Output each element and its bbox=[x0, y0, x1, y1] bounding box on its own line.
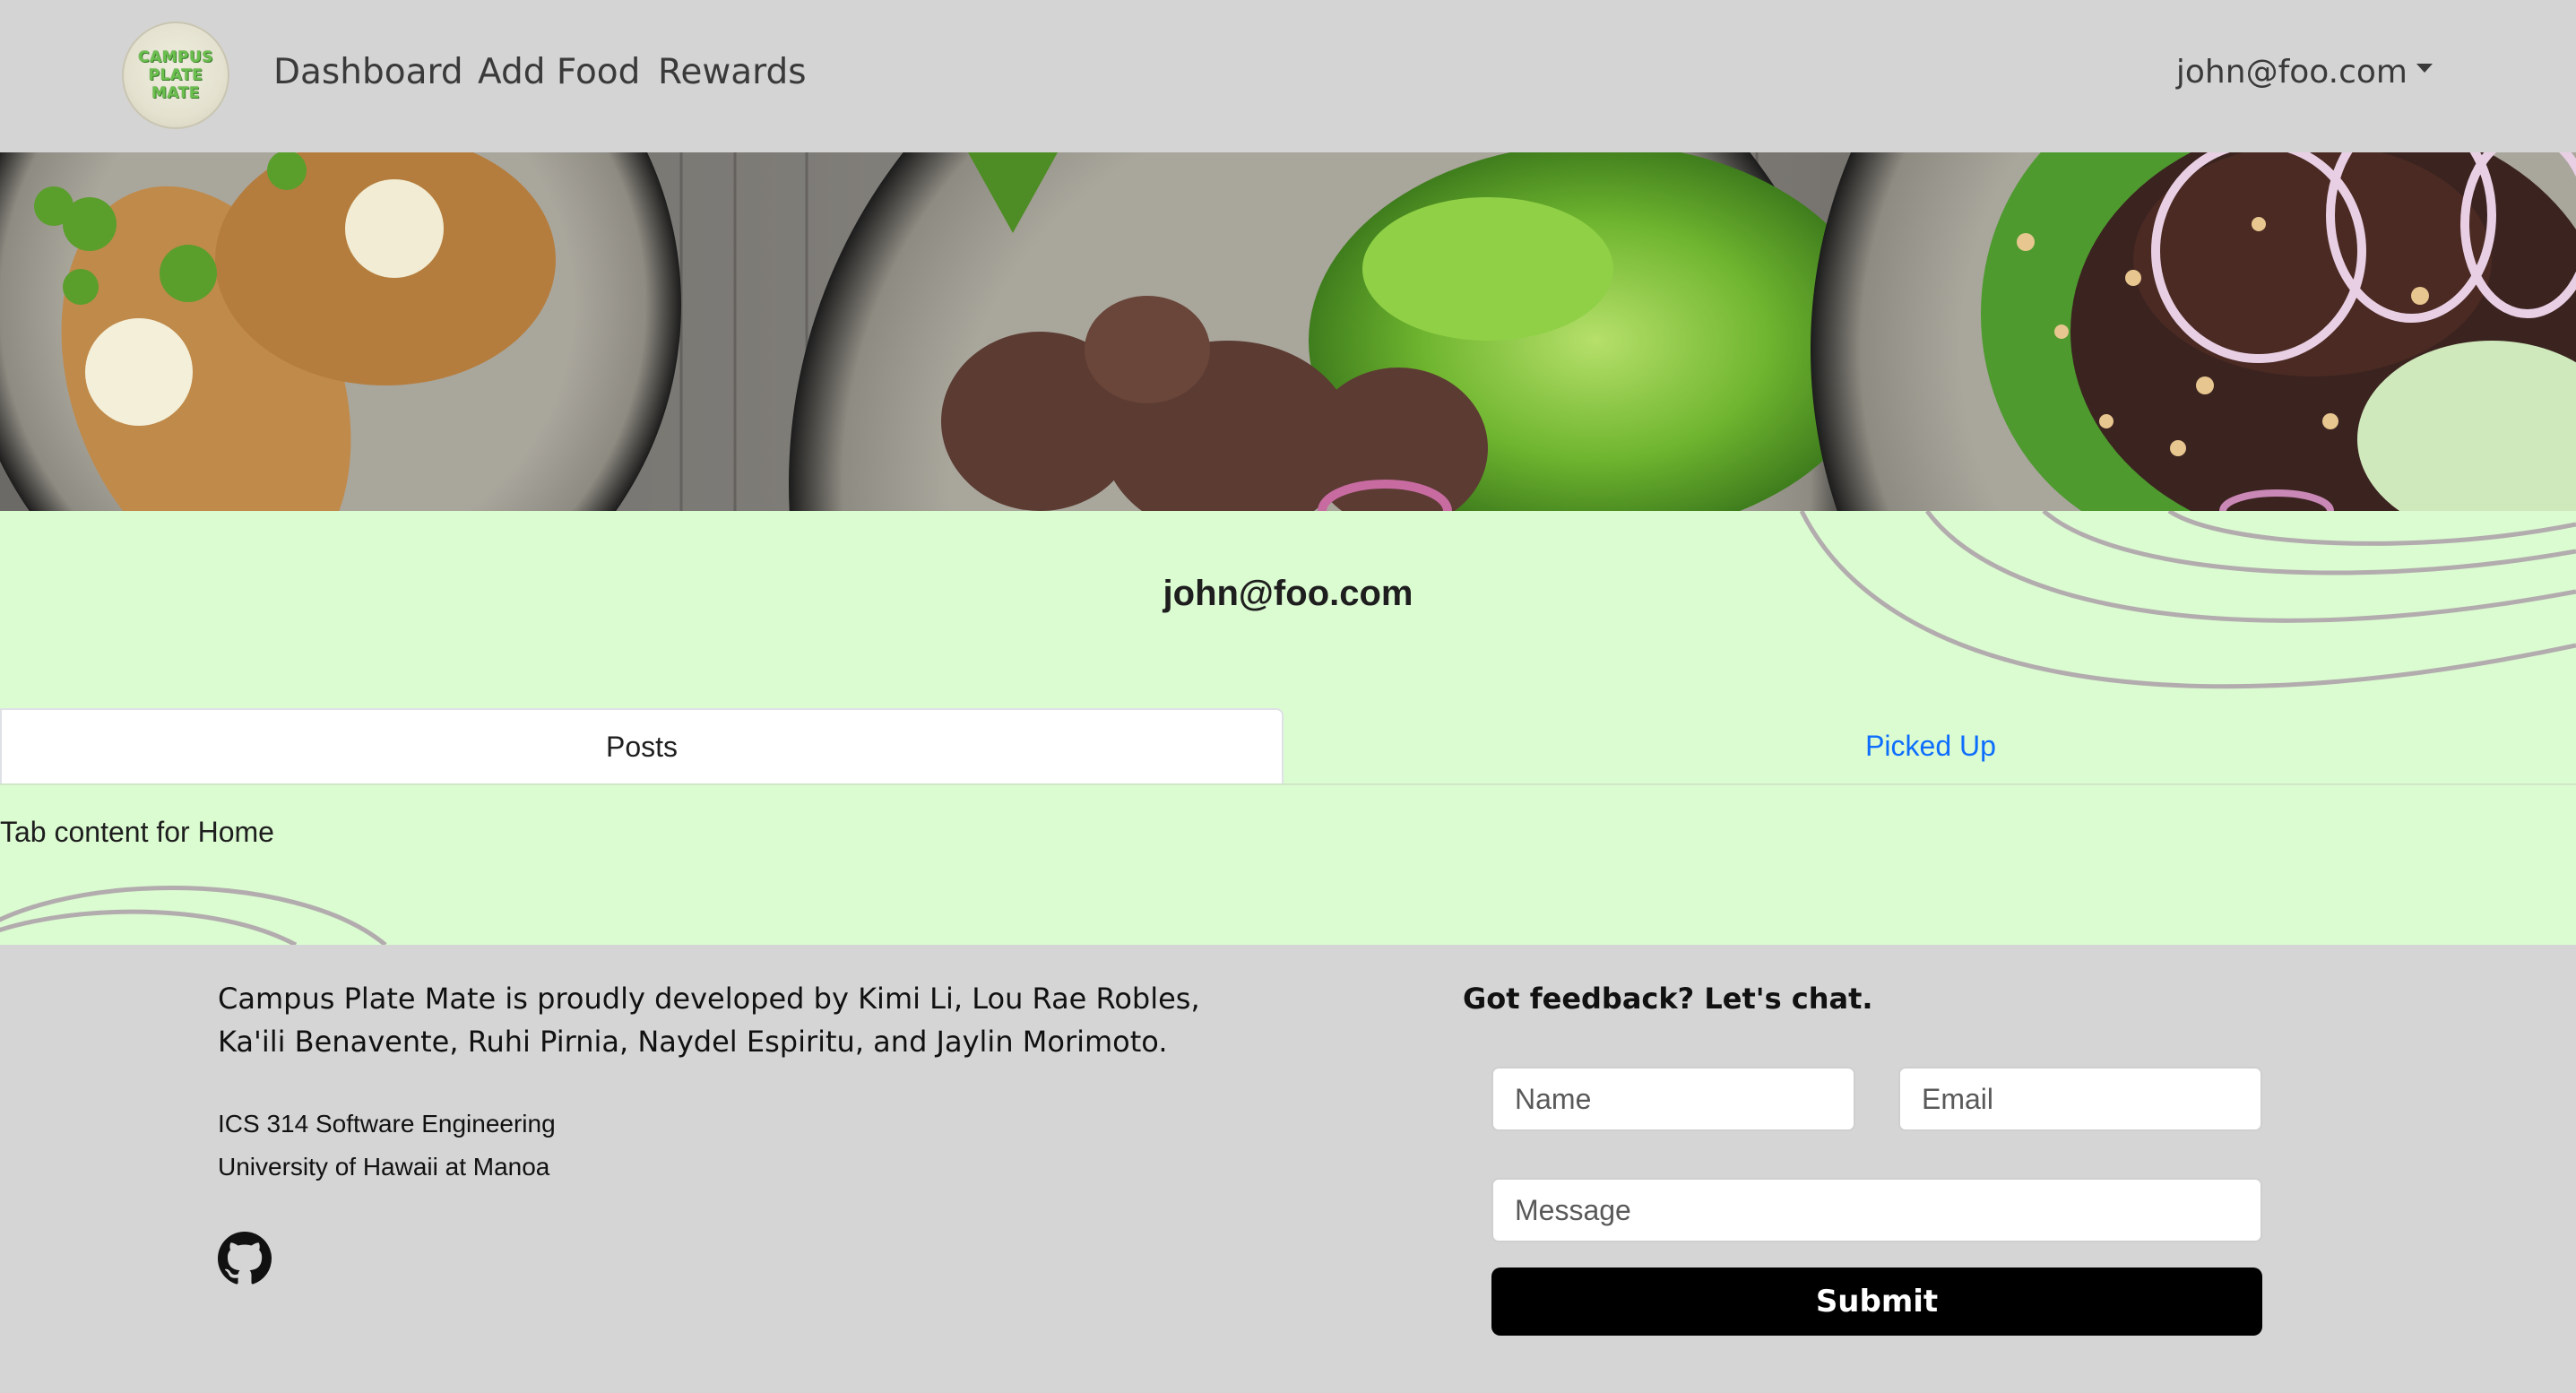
github-icon-graphic bbox=[218, 1232, 272, 1285]
university-name: University of Hawaii at Manoa bbox=[218, 1153, 550, 1181]
email-field[interactable] bbox=[1898, 1067, 2262, 1131]
tab-picked-up[interactable]: Picked Up bbox=[1285, 708, 2576, 783]
profile-section: john@foo.com Posts Picked Up Tab content… bbox=[0, 511, 2576, 945]
user-dropdown-label: john@foo.com bbox=[2175, 54, 2407, 91]
navbar: CAMPUS PLATE MATE Dashboard Add Food Rew… bbox=[0, 0, 2576, 152]
hero-food-banner bbox=[0, 152, 2576, 511]
nav-link-dashboard[interactable]: Dashboard bbox=[273, 52, 463, 92]
course-name: ICS 314 Software Engineering bbox=[218, 1110, 556, 1138]
submit-button[interactable]: Submit bbox=[1491, 1268, 2262, 1336]
tab-content: Tab content for Home bbox=[0, 816, 274, 848]
github-icon[interactable] bbox=[218, 1232, 272, 1285]
feedback-title: Got feedback? Let's chat. bbox=[1463, 982, 1873, 1016]
tab-posts[interactable]: Posts bbox=[0, 708, 1284, 783]
campus-plate-mate-logo[interactable]: CAMPUS PLATE MATE bbox=[122, 22, 229, 129]
logo-text: CAMPUS PLATE MATE bbox=[137, 48, 214, 102]
nav-link-rewards[interactable]: Rewards bbox=[658, 52, 807, 92]
caret-down-icon bbox=[2416, 64, 2433, 73]
nav-link-add-food[interactable]: Add Food bbox=[478, 52, 640, 92]
message-field[interactable] bbox=[1491, 1178, 2262, 1242]
footer-credits: Campus Plate Mate is proudly developed b… bbox=[218, 982, 1200, 1059]
profile-title: john@foo.com bbox=[1163, 574, 1413, 613]
user-dropdown[interactable]: john@foo.com bbox=[2176, 54, 2433, 91]
name-field[interactable] bbox=[1491, 1067, 1855, 1131]
course-info: ICS 314 Software Engineering University … bbox=[218, 1103, 556, 1189]
profile-tabs: Posts Picked Up bbox=[0, 708, 2576, 785]
footer: Campus Plate Mate is proudly developed b… bbox=[0, 945, 2576, 1393]
food-banner-image bbox=[0, 152, 2576, 511]
